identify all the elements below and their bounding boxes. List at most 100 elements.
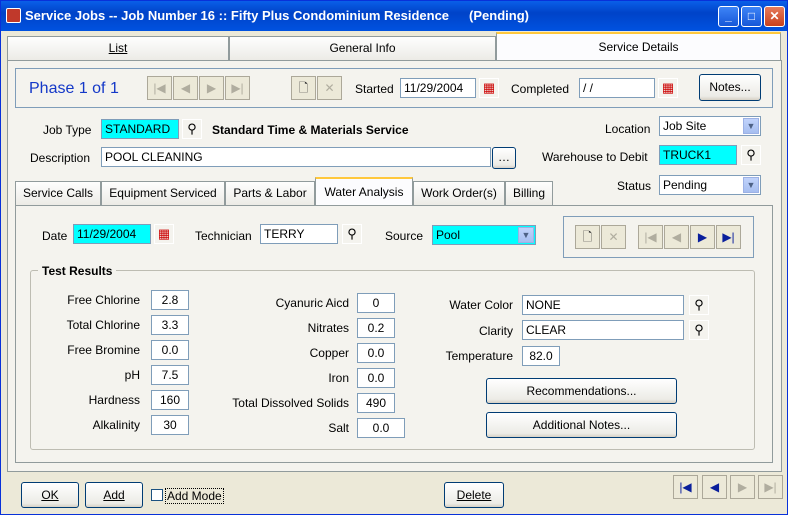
- started-label: Started: [355, 82, 394, 96]
- delete-button[interactable]: Delete: [444, 482, 504, 508]
- technician-field[interactable]: TERRY: [260, 224, 338, 244]
- warehouse-label: Warehouse to Debit: [542, 150, 648, 164]
- description-field[interactable]: POOL CLEANING: [101, 147, 491, 167]
- analysis-last-icon[interactable]: ▶|: [716, 225, 741, 249]
- chevron-down-icon: ▼: [743, 177, 759, 193]
- location-select[interactable]: Job Site ▼: [659, 116, 761, 136]
- add-button[interactable]: Add: [85, 482, 143, 508]
- analysis-next-icon[interactable]: ▶: [690, 225, 715, 249]
- tab-list[interactable]: List: [7, 36, 229, 60]
- add-mode-checkbox[interactable]: [151, 489, 163, 501]
- water-color-search-icon[interactable]: ⚲: [689, 295, 709, 315]
- service-jobs-window: Service Jobs -- Job Number 16 :: Fifty P…: [0, 0, 788, 515]
- copper-field[interactable]: 0.0: [357, 343, 395, 363]
- status-select[interactable]: Pending ▼: [659, 175, 761, 195]
- completed-calendar-icon[interactable]: ▦: [658, 78, 678, 98]
- tds-label: Total Dissolved Solids: [232, 396, 349, 410]
- analysis-prev-icon[interactable]: ◀: [664, 225, 689, 249]
- salt-field[interactable]: 0.0: [357, 418, 405, 438]
- phase-notes-button[interactable]: Notes...: [699, 74, 761, 101]
- phase-last-icon[interactable]: ▶|: [225, 76, 250, 100]
- phase-label: Phase 1 of 1: [29, 80, 119, 97]
- nitrates-label: Nitrates: [307, 321, 349, 335]
- record-first-icon[interactable]: |◀: [673, 475, 698, 499]
- temperature-field[interactable]: 82.0: [522, 346, 560, 366]
- close-icon[interactable]: ✕: [764, 6, 785, 27]
- clarity-search-icon[interactable]: ⚲: [689, 320, 709, 340]
- status-label: Status: [617, 179, 652, 193]
- free-bromine-label: Free Bromine: [67, 343, 140, 357]
- tab-work-orders[interactable]: Work Order(s): [413, 181, 505, 205]
- analysis-new-icon[interactable]: 🗋: [575, 225, 600, 249]
- total-chlorine-field[interactable]: 3.3: [151, 315, 189, 335]
- maximize-icon[interactable]: □: [741, 6, 762, 27]
- phase-prev-icon[interactable]: ◀: [173, 76, 198, 100]
- ph-field[interactable]: 7.5: [151, 365, 189, 385]
- phase-delete-icon[interactable]: ✕: [317, 76, 342, 100]
- phase-first-icon[interactable]: |◀: [147, 76, 172, 100]
- free-bromine-field[interactable]: 0.0: [151, 340, 189, 360]
- record-last-icon[interactable]: ▶|: [758, 475, 783, 499]
- started-calendar-icon[interactable]: ▦: [479, 78, 499, 98]
- analysis-delete-icon[interactable]: ✕: [601, 225, 626, 249]
- ph-label: pH: [124, 368, 140, 382]
- hardness-label: Hardness: [88, 393, 140, 407]
- tab-general-info[interactable]: General Info: [229, 36, 496, 60]
- tab-service-details[interactable]: Service Details: [496, 32, 781, 61]
- clarity-field[interactable]: CLEAR: [522, 320, 684, 340]
- alkalinity-label: Alkalinity: [92, 418, 140, 432]
- started-date-field[interactable]: 11/29/2004: [400, 78, 476, 98]
- app-icon: [6, 8, 21, 23]
- iron-field[interactable]: 0.0: [357, 368, 395, 388]
- tds-field[interactable]: 490: [357, 393, 395, 413]
- tab-service-calls[interactable]: Service Calls: [15, 181, 101, 205]
- cyanuric-acid-field[interactable]: 0: [357, 293, 395, 313]
- technician-search-icon[interactable]: ⚲: [342, 224, 362, 244]
- cyanuric-acid-label: Cyanuric Aicd: [275, 296, 349, 310]
- job-type-label: Job Type: [43, 123, 92, 137]
- tab-billing[interactable]: Billing: [505, 181, 553, 205]
- chevron-down-icon: ▼: [743, 118, 759, 134]
- analysis-date-field[interactable]: 11/29/2004: [73, 224, 151, 244]
- description-more-button[interactable]: …: [492, 147, 516, 169]
- recommendations-button[interactable]: Recommendations...: [486, 378, 677, 404]
- minimize-icon[interactable]: _: [718, 6, 739, 27]
- job-type-description: Standard Time & Materials Service: [212, 123, 409, 137]
- tab-parts-labor[interactable]: Parts & Labor: [225, 181, 315, 205]
- analysis-calendar-icon[interactable]: ▦: [154, 224, 174, 244]
- tab-equipment-serviced[interactable]: Equipment Serviced: [101, 181, 225, 205]
- test-results-title: Test Results: [38, 264, 117, 278]
- technician-label: Technician: [195, 229, 252, 243]
- analysis-first-icon[interactable]: |◀: [638, 225, 663, 249]
- free-chlorine-label: Free Chlorine: [67, 293, 140, 307]
- phase-next-icon[interactable]: ▶: [199, 76, 224, 100]
- date-label: Date: [42, 229, 68, 243]
- chevron-down-icon: ▼: [518, 227, 534, 243]
- water-color-field[interactable]: NONE: [522, 295, 684, 315]
- tab-water-analysis[interactable]: Water Analysis: [315, 177, 413, 206]
- nitrates-field[interactable]: 0.2: [357, 318, 395, 338]
- hardness-field[interactable]: 160: [151, 390, 189, 410]
- warehouse-field[interactable]: TRUCK1: [659, 145, 737, 165]
- location-label: Location: [605, 122, 651, 136]
- add-mode-label: Add Mode: [165, 488, 224, 504]
- warehouse-search-icon[interactable]: ⚲: [741, 145, 761, 165]
- completed-date-field[interactable]: / /: [579, 78, 655, 98]
- source-label: Source: [385, 229, 424, 243]
- job-type-search-icon[interactable]: ⚲: [182, 119, 202, 139]
- completed-label: Completed: [511, 82, 570, 96]
- free-chlorine-field[interactable]: 2.8: [151, 290, 189, 310]
- water-color-label: Water Color: [449, 298, 513, 312]
- temperature-label: Temperature: [445, 349, 513, 363]
- copper-label: Copper: [309, 346, 349, 360]
- ok-button[interactable]: OK: [21, 482, 79, 508]
- title-bar[interactable]: Service Jobs -- Job Number 16 :: Fifty P…: [1, 1, 787, 31]
- source-select[interactable]: Pool ▼: [432, 225, 536, 245]
- clarity-label: Clarity: [478, 324, 513, 338]
- alkalinity-field[interactable]: 30: [151, 415, 189, 435]
- additional-notes-button[interactable]: Additional Notes...: [486, 412, 677, 438]
- record-prev-icon[interactable]: ◀: [702, 475, 727, 499]
- record-next-icon[interactable]: ▶: [730, 475, 755, 499]
- phase-new-icon[interactable]: 🗋: [291, 76, 316, 100]
- job-type-field[interactable]: STANDARD: [101, 119, 179, 139]
